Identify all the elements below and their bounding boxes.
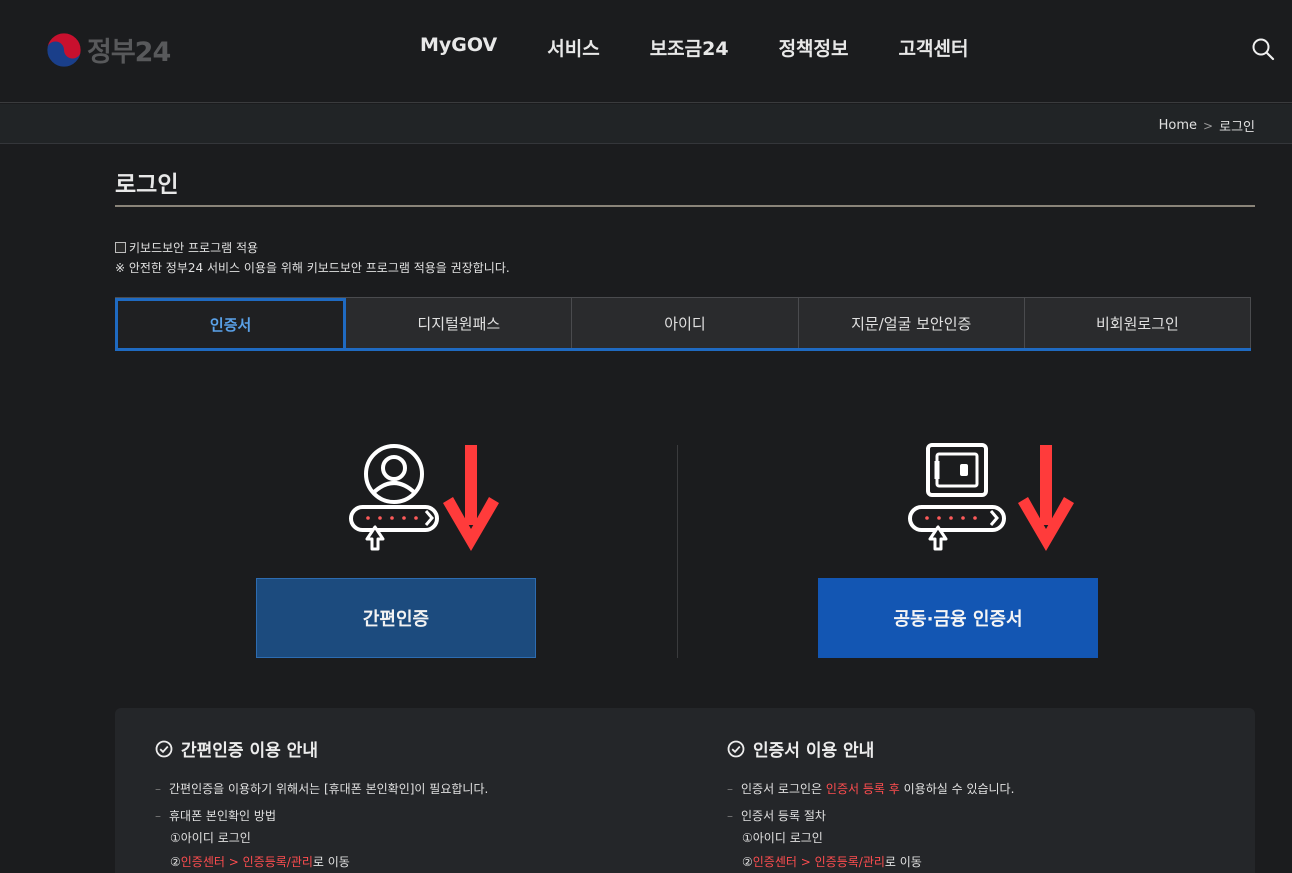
cert-guide-line1: – 인증서 로그인은 인증서 등록 후 이용하실 수 있습니다. bbox=[727, 782, 1015, 796]
cert-guide-step2: ②인증센터 > 인증등록/관리로 이동 bbox=[742, 853, 922, 870]
breadcrumb-bar: Home > 로그인 bbox=[0, 104, 1292, 144]
cert-line1-prefix: 인증서 로그인은 bbox=[741, 782, 826, 796]
breadcrumb: Home > 로그인 bbox=[1159, 116, 1255, 135]
user-card-icon bbox=[349, 444, 439, 551]
nav-item-mygov[interactable]: MyGOV bbox=[420, 34, 497, 61]
nav-item-subsidy[interactable]: 보조금24 bbox=[650, 34, 729, 61]
chevron-right-icon: > bbox=[1203, 118, 1214, 133]
logo[interactable]: 정부24 bbox=[45, 30, 171, 69]
taegeuk-icon bbox=[46, 31, 82, 68]
safe-card-icon bbox=[908, 443, 1006, 551]
certificate-login-button[interactable]: 공동·금융 인증서 bbox=[818, 578, 1098, 658]
tab-biometric[interactable]: 지문/얼굴 보안인증 bbox=[798, 298, 1025, 348]
tab-certificate[interactable]: 인증서 bbox=[115, 298, 347, 348]
red-down-arrow-icon bbox=[443, 445, 499, 551]
check-circle-icon bbox=[155, 740, 173, 757]
simple-guide-step2: ②인증센터 > 인증등록/관리로 이동 bbox=[170, 853, 350, 870]
page-title: 로그인 bbox=[115, 172, 179, 198]
simple-guide-line1-text: 간편인증을 이용하기 위해서는 [휴대폰 본인확인]이 필요합니다. bbox=[169, 782, 489, 796]
keyboard-security-checkbox[interactable] bbox=[115, 242, 126, 253]
cert-guide-title: 인증서 이용 안내 bbox=[727, 736, 874, 761]
breadcrumb-home[interactable]: Home bbox=[1159, 118, 1197, 133]
cert-guide-title-text: 인증서 이용 안내 bbox=[753, 741, 875, 761]
breadcrumb-current: 로그인 bbox=[1219, 120, 1255, 135]
cert-step2-link[interactable]: 인증센터 > 인증등록/관리 bbox=[753, 855, 885, 869]
guide-box: 간편인증 이용 안내 – 간편인증을 이용하기 위해서는 [휴대폰 본인확인]이 … bbox=[115, 708, 1255, 873]
options-divider bbox=[677, 445, 678, 658]
cert-line1-suffix: 이용하실 수 있습니다. bbox=[899, 782, 1015, 796]
simple-guide-title-text: 간편인증 이용 안내 bbox=[181, 741, 318, 761]
simple-guide-line1: – 간편인증을 이용하기 위해서는 [휴대폰 본인확인]이 필요합니다. bbox=[155, 782, 489, 796]
cert-guide-line2: – 인증서 등록 절차 bbox=[727, 809, 826, 823]
search-icon[interactable] bbox=[1250, 36, 1276, 62]
nav-item-services[interactable]: 서비스 bbox=[547, 34, 599, 61]
keyboard-security-label: 키보드보안 프로그램 적용 bbox=[129, 241, 259, 255]
nav-item-support[interactable]: 고객센터 bbox=[899, 34, 969, 61]
cert-line1-highlight: 인증서 등록 후 bbox=[825, 782, 900, 796]
login-tabs: 인증서 디지털원패스 아이디 지문/얼굴 보안인증 비회원로그인 bbox=[115, 297, 1252, 351]
cert-guide-step1: ①아이디 로그인 bbox=[742, 831, 823, 845]
keyboard-security-option[interactable]: 키보드보안 프로그램 적용 bbox=[115, 239, 258, 256]
main-nav: MyGOV 서비스 보조금24 정책정보 고객센터 bbox=[420, 34, 1018, 61]
simple-guide-title: 간편인증 이용 안내 bbox=[155, 736, 318, 761]
title-divider bbox=[115, 205, 1255, 207]
cert-step2-prefix: ② bbox=[742, 855, 753, 869]
simple-guide-line2-text: 휴대폰 본인확인 방법 bbox=[169, 809, 276, 823]
header: 정부24 MyGOV 서비스 보조금24 정책정보 고객센터 bbox=[0, 0, 1292, 103]
cert-step2-suffix: 로 이동 bbox=[884, 855, 922, 869]
check-circle-icon bbox=[727, 740, 745, 757]
red-down-arrow-icon bbox=[1018, 445, 1074, 551]
simple-step2-prefix: ② bbox=[170, 855, 181, 869]
simple-guide-step1: ①아이디 로그인 bbox=[170, 831, 251, 845]
nav-item-policy[interactable]: 정책정보 bbox=[779, 34, 849, 61]
tab-digital-onepass[interactable]: 디지털원패스 bbox=[346, 298, 573, 348]
logo-text: 정부24 bbox=[87, 37, 171, 68]
simple-guide-line2: – 휴대폰 본인확인 방법 bbox=[155, 809, 276, 823]
tab-id[interactable]: 아이디 bbox=[572, 298, 799, 348]
cert-guide-line2-text: 인증서 등록 절차 bbox=[741, 809, 826, 823]
simple-step2-suffix: 로 이동 bbox=[312, 855, 350, 869]
keyboard-security-note: ※ 안전한 정부24 서비스 이용을 위해 키보드보안 프로그램 적용을 권장합… bbox=[115, 261, 510, 275]
tab-non-member[interactable]: 비회원로그인 bbox=[1024, 298, 1252, 348]
simple-auth-button[interactable]: 간편인증 bbox=[256, 578, 536, 658]
simple-step2-link[interactable]: 인증센터 > 인증등록/관리 bbox=[181, 855, 313, 869]
